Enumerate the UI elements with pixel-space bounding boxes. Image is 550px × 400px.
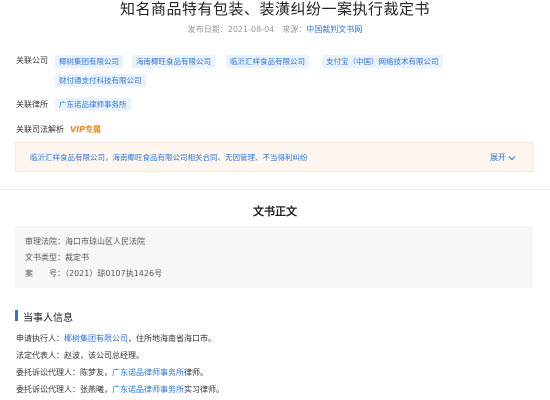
document-heading: 文书正文 [253,205,297,218]
party-line: 申请执行人：椰树集团有限公司，住所地海南省海口市。 [16,333,216,344]
analysis-highlight-box: 临沂汇祥食品有限公司，海南椰旺食品有限公司相关合同、无因管理、不当得利纠纷 展开 [15,142,533,172]
party-link[interactable]: 广东诺品律师事务所 [112,368,184,377]
publish-date: 2021-08-04 [227,25,275,34]
case-number-info: 案 号：（2021）琼0107执1426号 [25,269,163,278]
vip-suffix: 专属 [85,125,102,134]
publish-meta: 发布日期：2021-08-04 来源：中国裁判文书网 [0,24,550,36]
party-line: 委托诉讼代理人：陈梦友，广东诺品律师事务所律师。 [16,367,208,378]
source-link[interactable]: 中国裁判文书网 [306,25,362,34]
party-link[interactable]: 广东诺品律师事务所 [112,385,184,394]
lawfirm-tag[interactable]: 广东诺品律师事务所 [55,98,131,111]
analysis-summary-link[interactable]: 临沂汇祥食品有限公司，海南椰旺食品有限公司相关合同、无因管理、不当得利纠纷 [30,152,308,163]
expand-button[interactable]: 展开 [490,152,516,163]
doc-type-info: 文书类型：裁定书 [25,253,89,262]
party-line-text: 律师。 [184,368,208,377]
vip-badge: VIP专属 [70,124,101,135]
divider [0,189,550,190]
publish-label: 发布日期： [187,25,228,34]
analysis-label: 关联司法解析 [16,125,64,134]
chevron-down-icon [508,155,516,160]
section-bar [15,310,18,321]
party-line: 法定代表人：赵波，该公司总经理。 [16,350,144,361]
party-line-text: 申请执行人： [16,334,64,343]
page-title: 知名商品特有包装、装潢纠纷一案执行裁定书 [119,0,430,18]
parties-heading: 当事人信息 [23,313,73,324]
source-label: 来源： [282,25,307,34]
party-line-text: ，住所地海南省海口市。 [128,334,216,343]
company-tag[interactable]: 财付通支付科技有限公司 [55,74,146,87]
vip-text: VIP [70,125,86,134]
party-line-text: 实习律师。 [184,385,224,394]
company-tag[interactable]: 椰树集团有限公司 [55,55,123,68]
court-info: 审理法院：海口市琼山区人民法院 [25,237,145,246]
expand-label: 展开 [490,153,506,162]
party-link[interactable]: 椰树集团有限公司 [64,334,128,343]
party-line-text: 委托诉讼代理人：张燕曦， [16,385,112,394]
party-line: 委托诉讼代理人：张燕曦，广东诺品律师事务所实习律师。 [16,384,224,395]
company-tag[interactable]: 临沂汇祥食品有限公司 [226,55,309,68]
company-tag[interactable]: 支付宝（中国）网络技术有限公司 [322,55,443,68]
company-tag[interactable]: 海南椰旺食品有限公司 [132,55,215,68]
related-companies-label: 关联公司 [16,56,48,65]
related-lawfirms-label: 关联律所 [16,100,48,109]
party-line-text: 法定代表人：赵波，该公司总经理。 [16,351,144,360]
document-info-box: 审理法院：海口市琼山区人民法院 文书类型：裁定书 案 号：（2021）琼0107… [15,226,533,288]
party-line-text: 委托诉讼代理人：陈梦友， [16,368,112,377]
